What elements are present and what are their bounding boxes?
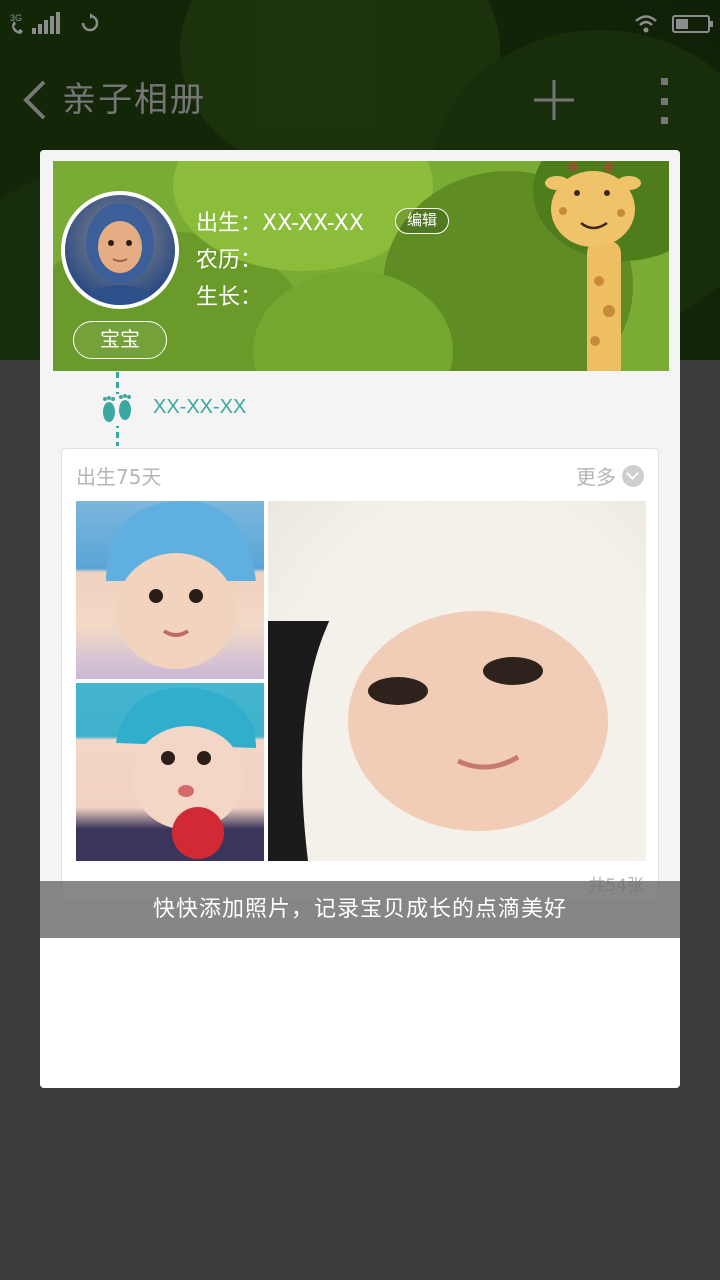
baby-photo-blue-hat[interactable] xyxy=(76,501,264,679)
day-label: 出生75天 xyxy=(76,465,162,489)
avatar[interactable] xyxy=(61,191,179,309)
lunar-date: 农历： xyxy=(196,248,263,273)
birth-date: 出生：XX-XX-XX xyxy=(196,211,364,236)
guide-tip: 快快添加照片，记录宝贝成长的点滴美好 xyxy=(40,881,680,938)
timeline-row: XX-XX-XX xyxy=(53,372,669,446)
baby-photo-white-hood[interactable] xyxy=(268,501,646,861)
guide-dialog[interactable]: 宝宝 出生：XX-XX-XX 农历： 生长： 编辑 XX-XX-XX 出生75天… xyxy=(40,150,680,1088)
timeline-date: XX-XX-XX xyxy=(153,396,247,418)
profile-info: 出生：XX-XX-XX 农历： 生长： xyxy=(196,205,364,316)
edit-button[interactable]: 编辑 xyxy=(395,208,449,234)
growth-age: 生长： xyxy=(196,285,263,310)
chevron-down-circle-icon xyxy=(622,464,644,487)
footprints-icon xyxy=(97,394,137,426)
baby-name-badge[interactable]: 宝宝 xyxy=(73,321,167,359)
more-button[interactable]: 更多 xyxy=(576,461,644,490)
giraffe-illustration xyxy=(545,162,641,371)
album-card[interactable]: 出生75天 更多 xyxy=(61,448,659,902)
more-label: 更多 xyxy=(576,465,616,489)
baby-photo-teal-hat-red-ball[interactable] xyxy=(76,683,264,861)
profile-banner: 宝宝 出生：XX-XX-XX 农历： 生长： 编辑 xyxy=(53,161,669,371)
